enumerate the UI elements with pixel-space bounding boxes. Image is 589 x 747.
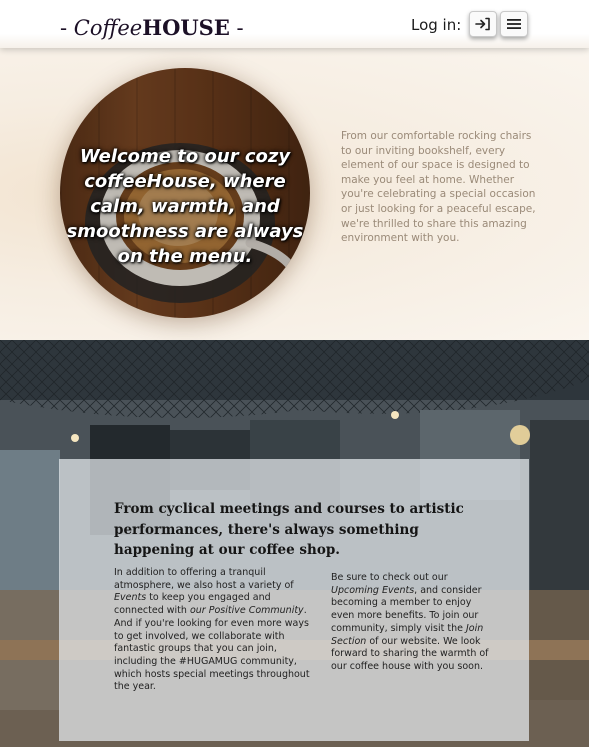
logo-house: HOUSE [142,15,230,40]
events-section: From cyclical meetings and courses to ar… [0,340,589,747]
logo-suffix: - [229,16,244,40]
login-label: Log in: [411,16,462,34]
hero-section: Welcome to our cozy coffeeHouse, where c… [0,48,589,340]
community-link[interactable]: our Positive Community [190,605,304,616]
upcoming-events-link[interactable]: Upcoming Events [331,585,414,596]
site-header: - CoffeeHOUSE - Log in: [0,0,589,48]
logo-prefix: - [60,16,74,40]
events-panel: From cyclical meetings and courses to ar… [59,459,529,741]
left-text-3: . And if you're looking for even more wa… [114,605,310,693]
hero-description: From our comfortable rocking chairs to o… [341,130,536,245]
events-link[interactable]: Events [114,592,146,603]
logo-coffee: Coffee [73,16,143,40]
login-button[interactable] [469,11,497,37]
welcome-text: Welcome to our cozy coffeeHouse, where c… [66,146,304,267]
right-text-1: Be sure to check out our [331,572,448,583]
hamburger-menu-icon [507,19,521,29]
events-title: From cyclical meetings and courses to ar… [114,501,464,558]
coffee-cup-image: Welcome to our cozy coffeeHouse, where c… [60,68,310,318]
sign-in-icon [475,17,490,31]
left-text-1: In addition to offering a tranquil atmos… [114,567,294,591]
events-text-right: Be sure to check out our Upcoming Events… [331,572,491,674]
events-text-left: In addition to offering a tranquil atmos… [114,567,314,694]
menu-button[interactable] [500,11,528,37]
site-logo[interactable]: - CoffeeHOUSE - [60,15,244,40]
